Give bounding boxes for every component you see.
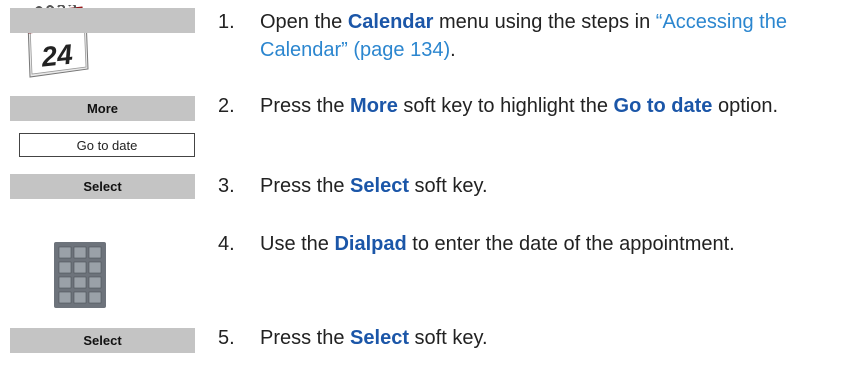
dialpad-icon — [54, 242, 106, 308]
step-text: Press the Select soft key. — [260, 172, 862, 200]
step-text-fragment: . — [450, 39, 456, 61]
keyword-calendar: Calendar — [347, 11, 434, 33]
dialpad-key — [58, 261, 72, 274]
dialpad-key — [58, 291, 72, 304]
step-text-fragment: option. — [712, 95, 779, 117]
step-text-fragment: soft key to highlight the — [397, 95, 614, 117]
step-number: 2. — [218, 95, 235, 117]
dialpad-key — [73, 261, 87, 274]
select-softkey[interactable]: Select — [10, 174, 195, 199]
step-text-fragment: to enter the date of the appointment. — [406, 233, 735, 255]
step-text-fragment: Press the — [260, 327, 351, 349]
step-text: Open the Calendar menu using the steps i… — [260, 8, 862, 64]
step-number: 3. — [218, 175, 235, 197]
dialpad-key — [88, 246, 102, 259]
step-text: Press the Select soft key. — [260, 324, 862, 352]
step-number: 1. — [218, 11, 235, 33]
calendar-day-number: 24 — [39, 38, 75, 72]
dialpad-key — [88, 276, 102, 289]
keyword-go-to-date: Go to date — [613, 95, 713, 117]
dialpad-key — [58, 276, 72, 289]
dialpad-key — [73, 276, 87, 289]
step-text-fragment: soft key. — [408, 175, 488, 197]
step-text: Press the More soft key to highlight the… — [260, 92, 862, 120]
keyword-dialpad: Dialpad — [334, 233, 407, 255]
step-text: Use the Dialpad to enter the date of the… — [260, 230, 780, 258]
dialpad-key — [88, 261, 102, 274]
step-text-fragment: Open the — [260, 11, 348, 33]
step-text-fragment: soft key. — [408, 327, 488, 349]
step-text-fragment: menu using the steps in — [433, 11, 656, 33]
dialpad-key — [88, 291, 102, 304]
dialpad-key — [73, 291, 87, 304]
select-softkey-2[interactable]: Select — [10, 328, 195, 353]
step-text-fragment: Press the — [260, 95, 351, 117]
keyword-select: Select — [350, 175, 409, 197]
dialpad-key — [58, 246, 72, 259]
more-softkey[interactable]: More — [10, 96, 195, 121]
dialpad-key — [73, 246, 87, 259]
keyword-select: Select — [350, 327, 409, 349]
go-to-date-option[interactable]: Go to date — [19, 133, 195, 157]
step-text-fragment: Press the — [260, 175, 351, 197]
step-number: 5. — [218, 327, 235, 349]
keyword-more: More — [350, 95, 398, 117]
step-number: 4. — [218, 233, 235, 255]
step-text-fragment: Use the — [260, 233, 335, 255]
